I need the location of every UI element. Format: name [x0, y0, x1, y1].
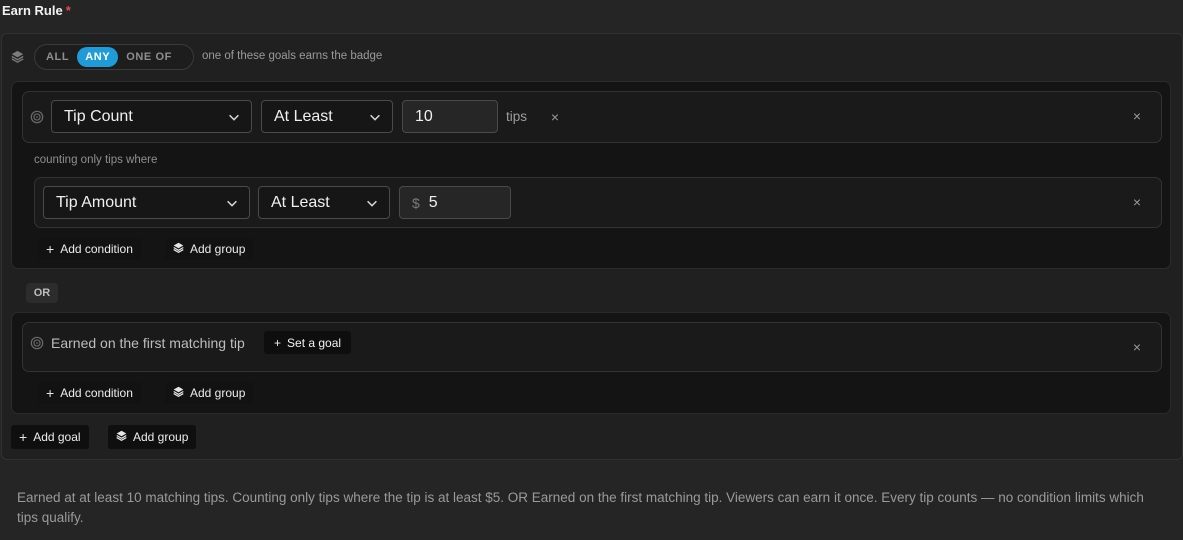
target-icon[interactable]	[30, 110, 44, 124]
goal-metric-select[interactable]: Tip Count	[51, 100, 252, 133]
condition-value-text: 5	[428, 193, 438, 211]
add-condition-label: Add condition	[60, 386, 133, 400]
filter-note: counting only tips where	[34, 154, 158, 166]
close-icon[interactable]: ×	[1131, 109, 1143, 123]
add-group-button[interactable]: Add group	[108, 425, 197, 449]
plus-icon: +	[46, 241, 55, 257]
chevron-down-icon	[368, 110, 382, 124]
earn-rule-label: Earn Rule *	[2, 3, 71, 18]
goal-metric-value: Tip Count	[64, 107, 133, 125]
mode-any-button[interactable]: ANY	[77, 47, 119, 67]
condition-field-select[interactable]: Tip Amount	[43, 186, 250, 219]
condition-operator-value: At Least	[271, 193, 330, 211]
goal-value-input[interactable]: 10	[402, 100, 498, 133]
condition-field-value: Tip Amount	[56, 193, 137, 211]
layers-icon	[116, 430, 127, 444]
first-tip-text: Earned on the first matching tip	[51, 335, 245, 351]
add-group-button[interactable]: Add group	[165, 382, 254, 404]
plus-icon: +	[46, 385, 55, 401]
match-mode-toggle: ALL ANY ONE OF	[34, 44, 194, 70]
mode-one-of-button[interactable]: ONE OF	[118, 47, 180, 67]
chevron-down-icon	[227, 110, 241, 124]
set-goal-button[interactable]: + Set a goal	[264, 331, 352, 354]
goal-operator-value: At Least	[274, 107, 333, 125]
add-group-label: Add group	[133, 430, 189, 444]
layers-icon	[11, 50, 24, 63]
add-group-button[interactable]: Add group	[165, 238, 254, 260]
add-condition-label: Add condition	[60, 242, 133, 256]
layers-icon	[173, 242, 184, 256]
earn-rule-title: Earn Rule	[2, 3, 63, 18]
plus-icon: +	[19, 429, 28, 445]
add-goal-label: Add goal	[33, 430, 81, 444]
set-goal-label: Set a goal	[287, 335, 342, 350]
required-mark: *	[65, 3, 71, 18]
rule-summary: Earned at at least 10 matching tips. Cou…	[17, 490, 1144, 525]
plus-icon: +	[274, 335, 282, 350]
add-group-label: Add group	[190, 242, 246, 256]
goal-unit: tips	[506, 109, 528, 124]
or-badge: OR	[26, 283, 58, 303]
add-group-label: Add group	[190, 386, 246, 400]
layers-icon	[173, 386, 184, 400]
close-icon[interactable]: ×	[549, 110, 561, 124]
chevron-down-icon	[225, 196, 239, 210]
close-icon[interactable]: ×	[1131, 340, 1143, 354]
add-condition-button[interactable]: + Add condition	[38, 238, 141, 260]
add-condition-button[interactable]: + Add condition	[38, 382, 141, 404]
condition-value-input[interactable]: $ 5	[399, 186, 511, 219]
close-icon[interactable]: ×	[1131, 195, 1143, 209]
currency-symbol: $	[412, 194, 420, 211]
condition-operator-select[interactable]: At Least	[258, 186, 390, 219]
mode-hint: one of these goals earns the badge	[202, 50, 383, 62]
add-goal-button[interactable]: + Add goal	[11, 425, 89, 449]
chevron-down-icon	[365, 196, 379, 210]
goal-value-text: 10	[415, 107, 433, 125]
target-icon[interactable]	[30, 336, 44, 350]
mode-all-button[interactable]: ALL	[38, 47, 77, 67]
goal-operator-select[interactable]: At Least	[261, 100, 393, 133]
